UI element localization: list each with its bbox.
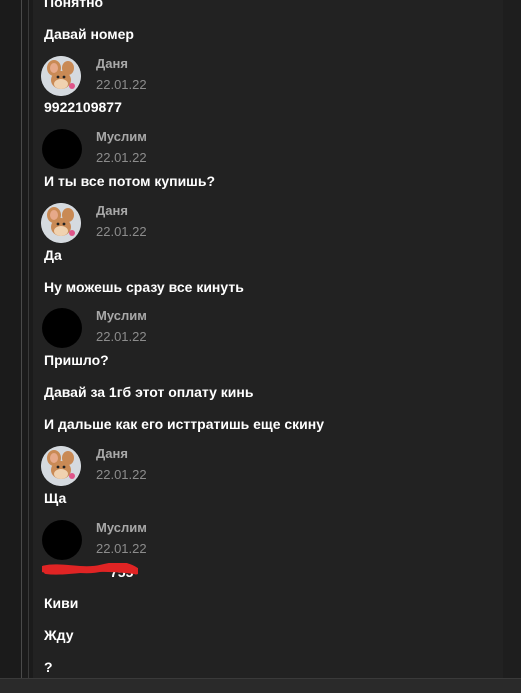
author-name[interactable]: Муслим: [96, 129, 147, 144]
author-name[interactable]: Муслим: [96, 308, 147, 323]
message-text: Киви: [44, 595, 79, 611]
scrollbar[interactable]: [503, 0, 521, 679]
message-text: Да: [44, 247, 62, 263]
author-name[interactable]: Даня: [96, 203, 128, 218]
message-header: Муслим 22.01.22: [41, 520, 341, 562]
red-scribble-redaction: [42, 563, 138, 575]
message-text: ?: [44, 659, 53, 675]
black-avatar[interactable]: [42, 308, 82, 348]
author-name[interactable]: Даня: [96, 56, 128, 71]
message-text: Давай номер: [44, 26, 134, 42]
author-name[interactable]: Муслим: [96, 520, 147, 535]
message-header: Даня 22.01.22: [41, 203, 341, 245]
message-text: Ну можешь сразу все кинуть: [44, 279, 244, 295]
message-header: Даня 22.01.22: [41, 56, 341, 98]
message-date: 22.01.22: [96, 77, 147, 92]
message-header: Муслим 22.01.22: [41, 308, 341, 350]
horizontal-scrollbar[interactable]: [0, 678, 521, 693]
black-avatar[interactable]: [42, 129, 82, 169]
thread-rail-line: [28, 0, 29, 679]
message-header: Муслим 22.01.22: [41, 129, 341, 171]
thread-rail-line: [21, 0, 22, 679]
message-text: Пришло?: [44, 352, 109, 368]
message-text: Понятно: [44, 0, 104, 10]
message-date: 22.01.22: [96, 329, 147, 344]
message-header: Даня 22.01.22: [41, 446, 341, 488]
message-date: 22.01.22: [96, 224, 147, 239]
message-date: 22.01.22: [96, 541, 147, 556]
black-avatar[interactable]: [42, 520, 82, 560]
message-text: Жду: [44, 627, 74, 643]
message-date: 22.01.22: [96, 467, 147, 482]
message-text: И ты все потом купишь?: [44, 173, 216, 189]
jerry-mouse-avatar[interactable]: [41, 446, 81, 486]
message-text: И дальше как его исттратишь еще скину: [44, 416, 325, 432]
author-name[interactable]: Даня: [96, 446, 128, 461]
jerry-mouse-avatar[interactable]: [41, 56, 81, 96]
message-date: 22.01.22: [96, 150, 147, 165]
jerry-mouse-avatar[interactable]: [41, 203, 81, 243]
message-text: 9922109877: [44, 99, 122, 115]
message-text: Ща: [44, 490, 67, 506]
message-text: Давай за 1гб этот оплату кинь: [44, 384, 254, 400]
